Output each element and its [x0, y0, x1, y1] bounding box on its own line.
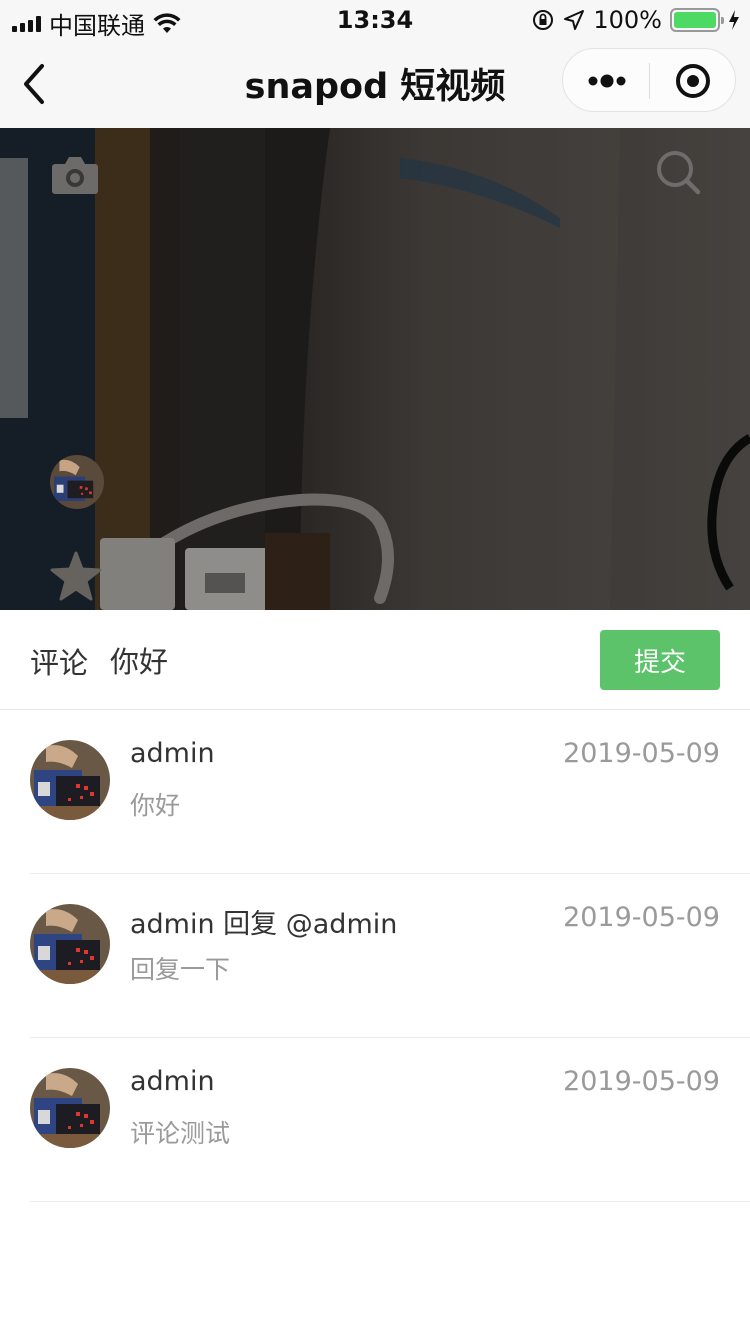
- video-frame: [0, 128, 750, 610]
- comment-form: 评论 提交: [0, 610, 750, 710]
- comment-text: 评论测试: [130, 1119, 231, 1148]
- charging-bolt-icon: [729, 10, 739, 30]
- close-button[interactable]: [650, 49, 736, 113]
- video-player[interactable]: [0, 128, 750, 610]
- comment-text: 你好: [130, 791, 181, 820]
- avatar[interactable]: [30, 1068, 110, 1148]
- battery-icon: [670, 8, 724, 32]
- uploader-avatar[interactable]: [50, 455, 104, 509]
- avatar[interactable]: [30, 904, 110, 984]
- star-icon[interactable]: [50, 551, 102, 601]
- navigation-bar: snapod 短视频: [0, 40, 750, 128]
- status-bar: 中国联通 13:34 100%: [0, 0, 750, 40]
- comment-item[interactable]: admin 2019-05-09 评论测试: [0, 1038, 750, 1202]
- target-circle-icon: [676, 64, 710, 98]
- submit-button[interactable]: 提交: [600, 630, 720, 690]
- rotation-lock-icon: [533, 10, 554, 30]
- comment-date: 2019-05-09: [563, 1066, 720, 1097]
- divider: [30, 1201, 750, 1202]
- search-icon[interactable]: [654, 148, 702, 196]
- more-button[interactable]: [563, 49, 649, 113]
- comment-user: admin 回复 @admin: [130, 909, 398, 940]
- location-arrow-icon: [564, 10, 585, 30]
- mini-program-capsule: [562, 48, 736, 112]
- camera-icon[interactable]: [51, 154, 99, 196]
- comment-label: 评论: [30, 646, 89, 680]
- battery-percent: 100%: [593, 6, 662, 34]
- comment-user: admin: [130, 738, 215, 769]
- status-right: 100%: [531, 6, 740, 34]
- comment-date: 2019-05-09: [563, 738, 720, 769]
- comment-item[interactable]: admin 2019-05-09 你好: [0, 710, 750, 874]
- more-dots-icon: [588, 74, 626, 88]
- comment-user: admin: [130, 1066, 215, 1097]
- avatar[interactable]: [30, 740, 110, 820]
- comment-date: 2019-05-09: [563, 902, 720, 933]
- comment-item[interactable]: admin 回复 @admin 2019-05-09 回复一下: [0, 874, 750, 1038]
- comment-text: 回复一下: [130, 955, 231, 984]
- comment-list: admin 2019-05-09 你好 admin 回复 @admin 2019…: [0, 710, 750, 1202]
- comment-input[interactable]: [110, 632, 570, 688]
